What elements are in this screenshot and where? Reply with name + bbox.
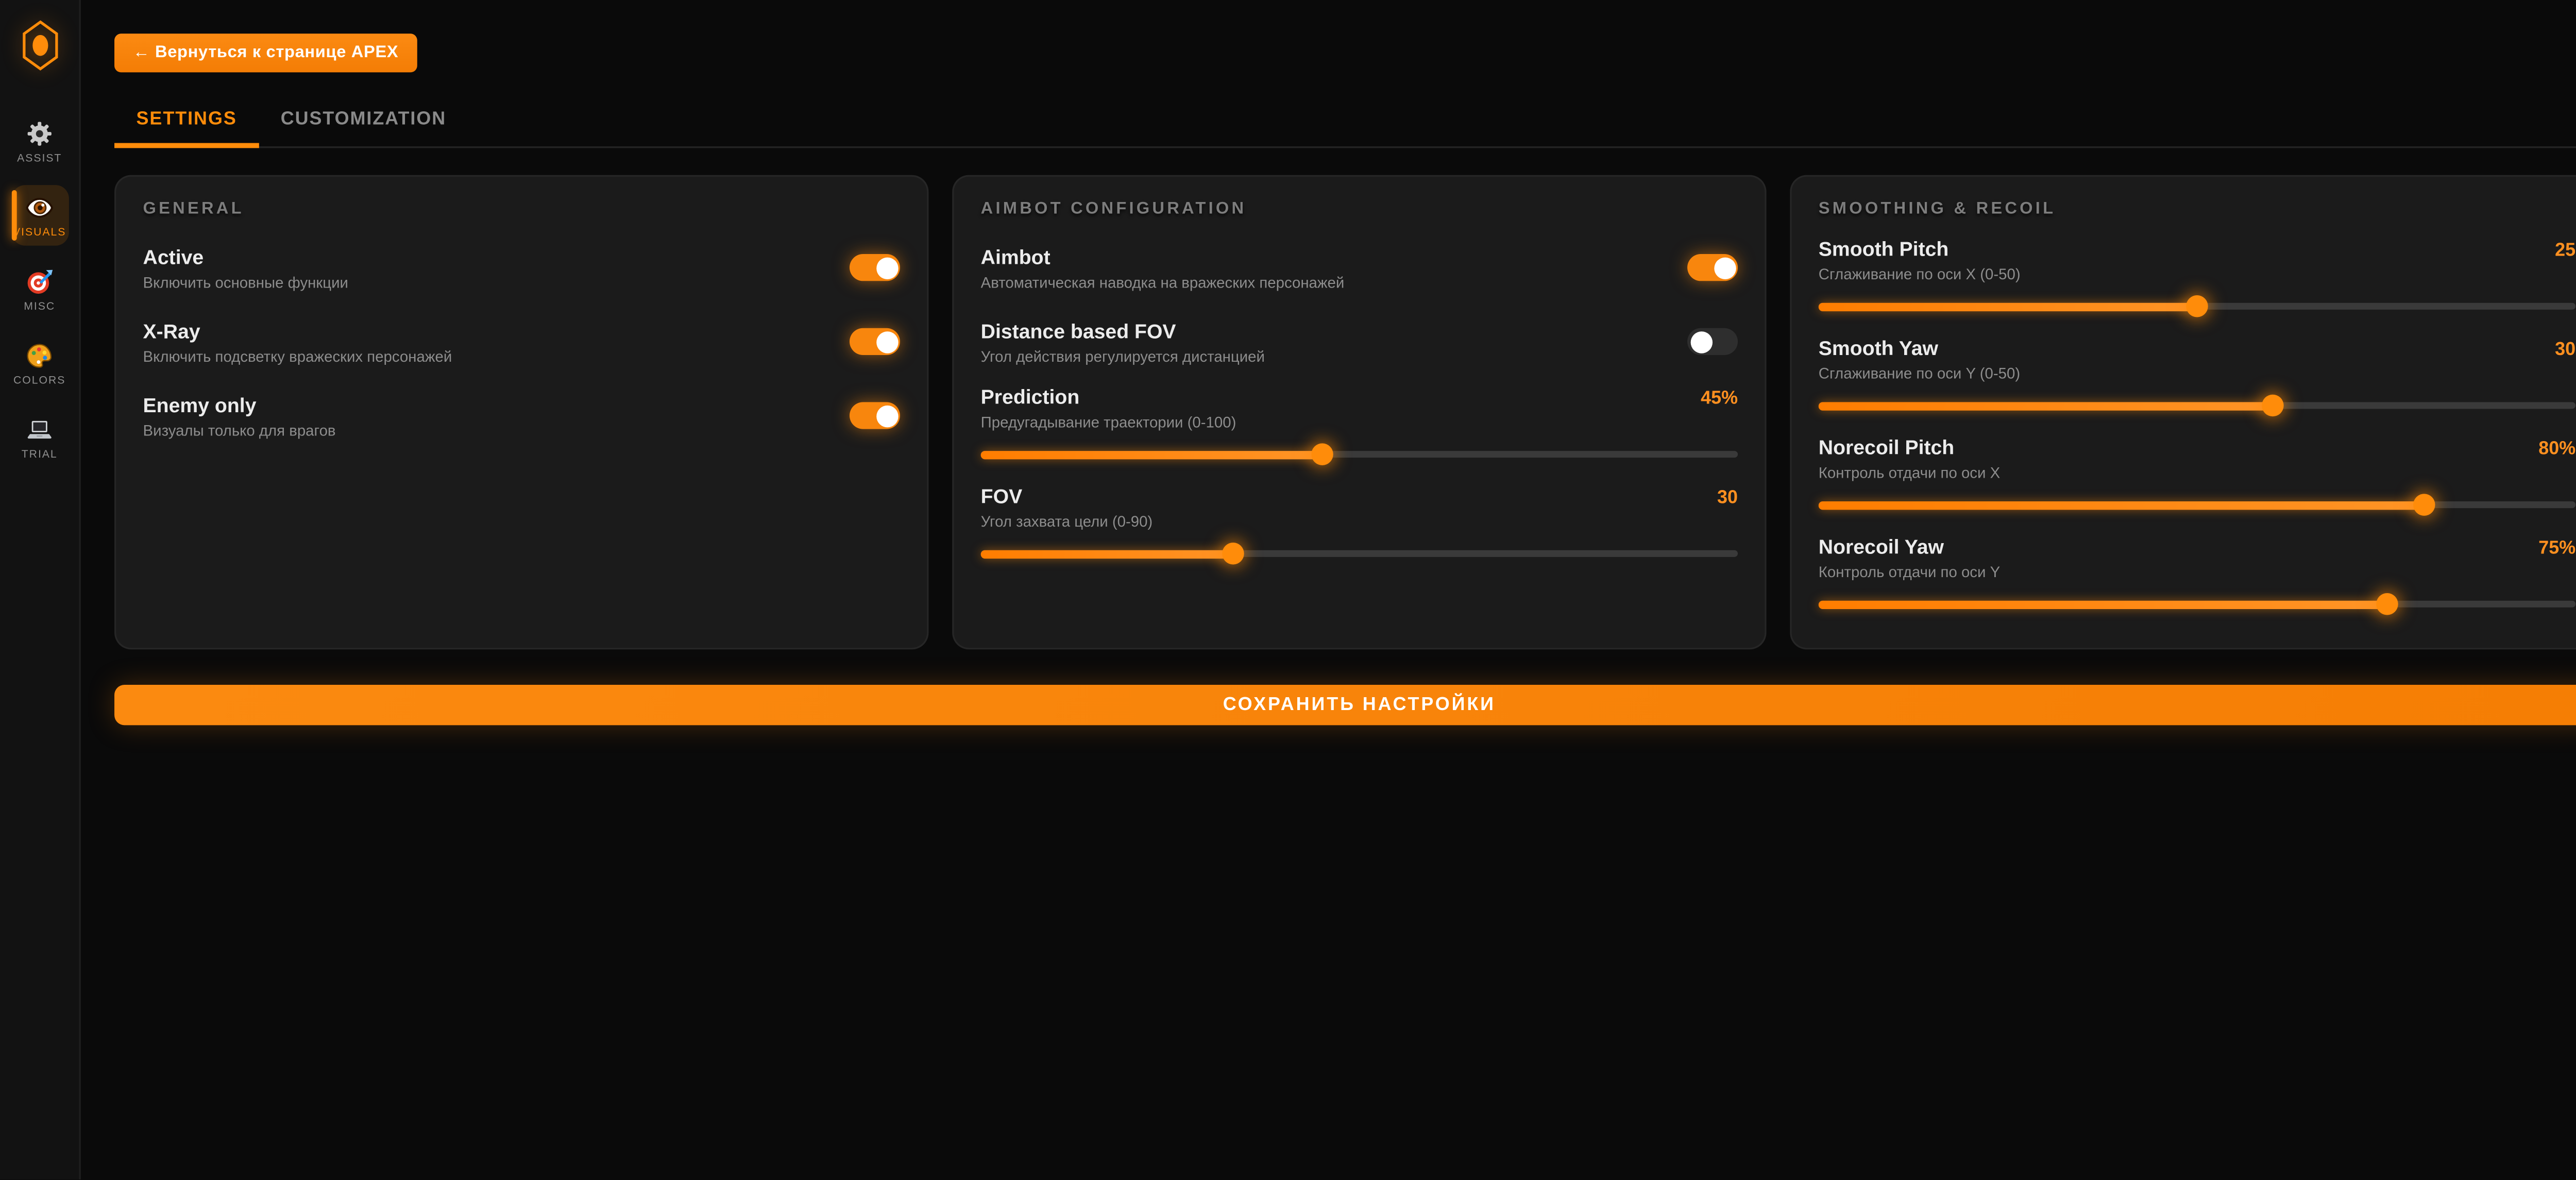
setting-desc: Автоматическая наводка на вражеских перс… [981,274,1345,291]
smooth-pitch-slider[interactable] [1819,294,2575,318]
main-content: ← Вернуться к странице APEX SETTINGS CUS… [81,0,2576,1179]
toggle-row-aimbot: Aimbot Автоматическая наводка на вражеск… [981,242,1738,293]
sidebar-item-colors[interactable]: COLORS [11,333,68,394]
setting-name: Smooth Yaw [1819,336,1938,360]
app-window: ASSIST VISUALS MISC [0,0,2576,1179]
slider-row-smooth-yaw: Smooth Yaw 30 Сглаживание по оси Y (0-50… [1819,336,2575,417]
tab-customization[interactable]: CUSTOMIZATION [259,96,468,148]
slider-knob[interactable] [1222,543,1244,564]
panel-general: GENERAL Active Включить основные функции… [114,175,928,650]
setting-name: Norecoil Pitch [1819,436,1954,460]
toggle-knob [876,257,897,278]
setting-desc: Визуалы только для врагов [143,422,336,439]
setting-desc: Угол действия регулируется дистанцией [981,347,1265,364]
panel-title: GENERAL [143,200,900,219]
smooth-yaw-slider[interactable] [1819,394,2575,417]
tab-bar: SETTINGS CUSTOMIZATION [114,96,2576,148]
slider-fill [981,549,1233,558]
sidebar-item-label: ASSIST [17,153,62,165]
setting-name: Prediction [981,385,1080,409]
fov-slider[interactable] [981,542,1738,565]
setting-desc: Контроль отдачи по оси Y [1819,564,2575,581]
sidebar-item-assist[interactable]: ASSIST [11,111,68,172]
slider-row-fov: FOV 30 Угол захвата цели (0-90) [981,484,1738,565]
slider-fill [981,450,1321,458]
toggle-row-xray: X-Ray Включить подсветку вражеских персо… [143,316,900,367]
slider-row-smooth-pitch: Smooth Pitch 25 Сглаживание по оси X (0-… [1819,237,2575,318]
slider-row-norecoil-yaw: Norecoil Yaw 75% Контроль отдачи по оси … [1819,535,2575,616]
setting-name: Active [143,245,348,268]
xray-toggle[interactable] [850,328,900,355]
toggle-row-enemy-only: Enemy only Визуалы только для врагов [143,391,900,441]
setting-desc: Включить подсветку вражеских персонажей [143,347,452,364]
setting-desc: Контроль отдачи по оси X [1819,464,2575,481]
eye-icon [25,194,54,223]
toggle-knob [1690,331,1711,352]
enemy-only-toggle[interactable] [850,402,900,429]
sidebar-item-visuals[interactable]: VISUALS [11,185,68,246]
prediction-slider[interactable] [981,443,1738,466]
sidebar: ASSIST VISUALS MISC [0,0,81,1179]
settings-panels: GENERAL Active Включить основные функции… [114,175,2576,650]
sidebar-item-trial[interactable]: TRIAL [11,407,68,468]
setting-name: Smooth Pitch [1819,237,1949,261]
sidebar-item-label: TRIAL [22,449,58,461]
back-to-apex-button[interactable]: ← Вернуться к странице APEX [114,33,417,72]
laptop-icon [25,416,54,445]
setting-name: Norecoil Yaw [1819,535,1944,559]
slider-fill [1819,302,2197,310]
setting-value: 80% [2538,439,2575,459]
setting-value: 75% [2538,538,2575,559]
panel-smoothing-recoil: SMOOTHING & RECOIL Smooth Pitch 25 Сглаж… [1790,175,2576,650]
setting-desc: Включить основные функции [143,274,348,291]
panel-title: SMOOTHING & RECOIL [1819,200,2575,219]
setting-name: Aimbot [981,245,1345,268]
sidebar-item-misc[interactable]: MISC [11,259,68,320]
norecoil-pitch-slider[interactable] [1819,493,2575,517]
gear-icon [25,120,54,148]
sidebar-item-label: COLORS [13,375,65,387]
setting-name: X-Ray [143,319,452,343]
setting-name: FOV [981,484,1023,508]
slider-row-prediction: Prediction 45% Предугадывание траектории… [981,385,1738,466]
setting-desc: Угол захвата цели (0-90) [981,513,1738,530]
slider-fill [1819,401,2273,410]
toggle-knob [876,331,897,352]
setting-desc: Сглаживание по оси X (0-50) [1819,266,2575,283]
distance-fov-toggle[interactable] [1687,328,1738,355]
panel-title: AIMBOT CONFIGURATION [981,200,1738,219]
sidebar-item-label: VISUALS [13,227,66,239]
palette-icon [25,342,54,370]
setting-name: Enemy only [143,393,336,416]
app-logo-icon [18,20,61,71]
setting-desc: Предугадывание траектории (0-100) [981,414,1738,431]
setting-value: 25 [2555,241,2575,261]
slider-fill [1819,600,2386,608]
toggle-row-active: Active Включить основные функции [143,242,900,293]
setting-value: 30 [2555,340,2575,360]
aimbot-toggle[interactable] [1687,254,1738,281]
setting-value: 45% [1701,389,1738,409]
sidebar-item-label: MISC [24,301,55,313]
slider-row-norecoil-pitch: Norecoil Pitch 80% Контроль отдачи по ос… [1819,436,2575,517]
panel-aimbot: AIMBOT CONFIGURATION Aimbot Автоматическ… [952,175,1766,650]
toggle-row-distance-fov: Distance based FOV Угол действия регулир… [981,316,1738,367]
tab-settings[interactable]: SETTINGS [114,96,259,148]
toggle-knob [1714,257,1735,278]
save-settings-button[interactable]: СОХРАНИТЬ НАСТРОЙКИ [114,685,2576,725]
slider-fill [1819,500,2425,509]
toggle-knob [876,404,897,426]
slider-knob[interactable] [2186,295,2208,317]
target-icon [25,267,54,296]
norecoil-yaw-slider[interactable] [1819,592,2575,616]
slider-knob[interactable] [2262,395,2283,416]
setting-name: Distance based FOV [981,319,1265,343]
active-toggle[interactable] [850,254,900,281]
slider-knob[interactable] [2413,494,2435,515]
slider-knob[interactable] [1311,443,1332,465]
slider-knob[interactable] [2376,593,2397,615]
setting-value: 30 [1717,488,1738,508]
setting-desc: Сглаживание по оси Y (0-50) [1819,365,2575,382]
